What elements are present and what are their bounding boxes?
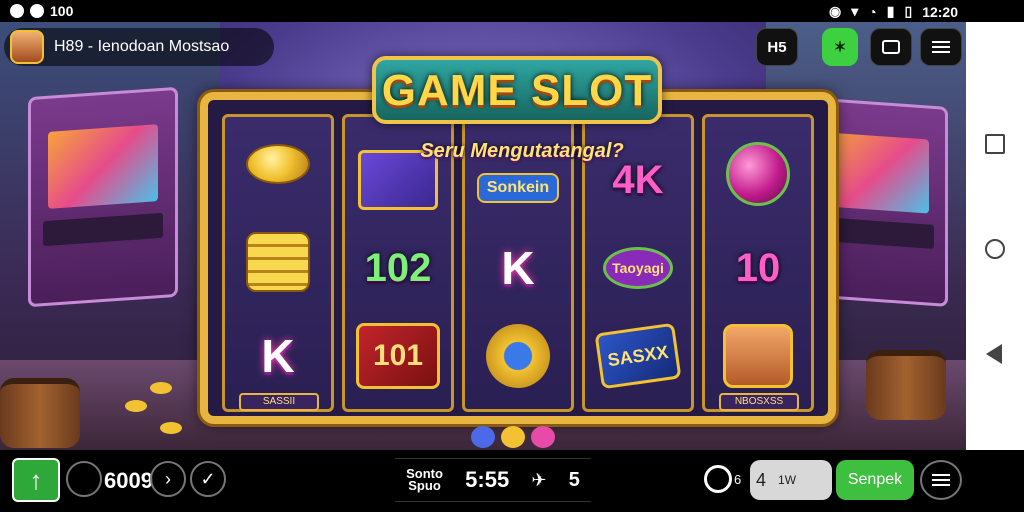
game-subtitle: Seru Mengutatangal? <box>420 140 624 162</box>
app-header[interactable]: H89 - Ienodoan Mostsao <box>4 28 274 66</box>
home-button[interactable] <box>985 239 1005 259</box>
symbol-k-gem: K <box>501 242 535 294</box>
bottom-control-bar: ↑ 6009 › ✓ Sonto Spuo 5:55 ✈ 5 6 4 1W Se… <box>0 450 1024 512</box>
barrel-right <box>866 350 946 420</box>
signal-icon: ◔ <box>868 3 877 20</box>
check-icon: ✓ <box>200 468 216 489</box>
symbol-10: 10 <box>735 245 781 290</box>
symbol-coin <box>231 125 325 203</box>
share-icon: ✶ <box>833 39 847 56</box>
clock: 12:20 <box>922 3 958 20</box>
check-button[interactable]: ✓ <box>190 461 226 497</box>
center-count: 5 <box>568 468 580 491</box>
next-button[interactable]: › <box>150 461 186 497</box>
symbol-k: K <box>261 330 295 382</box>
gem-decoration <box>468 426 558 450</box>
alert-icon <box>30 4 44 18</box>
app-title: H89 - Ienodoan Mostsao <box>54 38 230 55</box>
camera-button[interactable] <box>870 28 912 66</box>
menu-button[interactable] <box>920 28 962 66</box>
game-title: GAME SLOT <box>381 66 653 115</box>
hamburger-button[interactable] <box>920 460 962 500</box>
rocket-icon: ✈ <box>531 469 547 490</box>
recents-button[interactable] <box>985 134 1005 154</box>
symbol-orb <box>711 135 805 213</box>
h5-button[interactable]: H5 <box>756 28 798 66</box>
center-status: Sonto Spuo 5:55 ✈ 5 <box>395 458 591 502</box>
credit-value: 6009 <box>104 468 153 493</box>
timer-icon[interactable] <box>704 465 732 493</box>
system-nav-bar <box>966 22 1024 450</box>
arcade-machine-left <box>28 86 178 308</box>
barrel-left <box>0 378 80 448</box>
empty-circle-button[interactable] <box>66 461 102 497</box>
status-bar: 100 ◉ ▾ ◔ ▮ ▯ 12:20 <box>0 0 1024 22</box>
bet-unit: 1W <box>778 473 797 487</box>
up-arrow-button[interactable]: ↑ <box>12 458 60 502</box>
cell-bars-icon: ▮ <box>886 3 895 19</box>
alarm-icon: ◉ <box>829 3 842 19</box>
floor-coin <box>150 382 172 394</box>
hamburger-icon <box>932 474 950 486</box>
center-label: Sonto Spuo <box>406 466 443 493</box>
timer-label: 6 <box>734 472 742 487</box>
reel-plaque-right: NBOSXSS <box>719 393 799 411</box>
floor-coin <box>160 422 182 434</box>
bet-input[interactable]: 4 1W <box>750 460 832 500</box>
notification-icon <box>10 4 24 18</box>
floor-coin <box>125 400 147 412</box>
wifi-icon: ▾ <box>851 3 859 19</box>
back-button[interactable] <box>986 344 1002 364</box>
avatar[interactable] <box>10 30 44 64</box>
game-view[interactable]: K SASSII 102 101 Sonkein K 4K Taoyagi SA… <box>0 22 966 450</box>
reel-5: 10 NBOSXSS <box>702 114 814 412</box>
symbol-sasxx: SASXX <box>591 317 685 395</box>
status-left-text: 100 <box>50 3 74 19</box>
title-banner: GAME SLOT <box>372 56 662 124</box>
symbol-102: 102 <box>364 245 432 290</box>
reel-plaque-left: SASSII <box>239 393 319 411</box>
symbol-character <box>711 317 805 395</box>
symbol-101: 101 <box>351 317 445 395</box>
camera-icon <box>882 40 900 54</box>
symbol-lamp <box>471 317 565 395</box>
center-time: 5:55 <box>465 467 510 492</box>
battery-icon: ▯ <box>904 3 913 19</box>
menu-icon <box>932 41 950 53</box>
symbol-coin-stack <box>231 223 325 301</box>
spin-button[interactable]: Senpek <box>836 460 914 500</box>
symbol-taoyagi: Taoyagi <box>591 229 685 307</box>
share-button[interactable]: ✶ <box>822 28 858 66</box>
chevron-right-icon: › <box>165 468 171 489</box>
bet-value: 4 <box>756 469 767 490</box>
reel-1: K SASSII <box>222 114 334 412</box>
up-arrow-icon: ↑ <box>29 464 43 495</box>
